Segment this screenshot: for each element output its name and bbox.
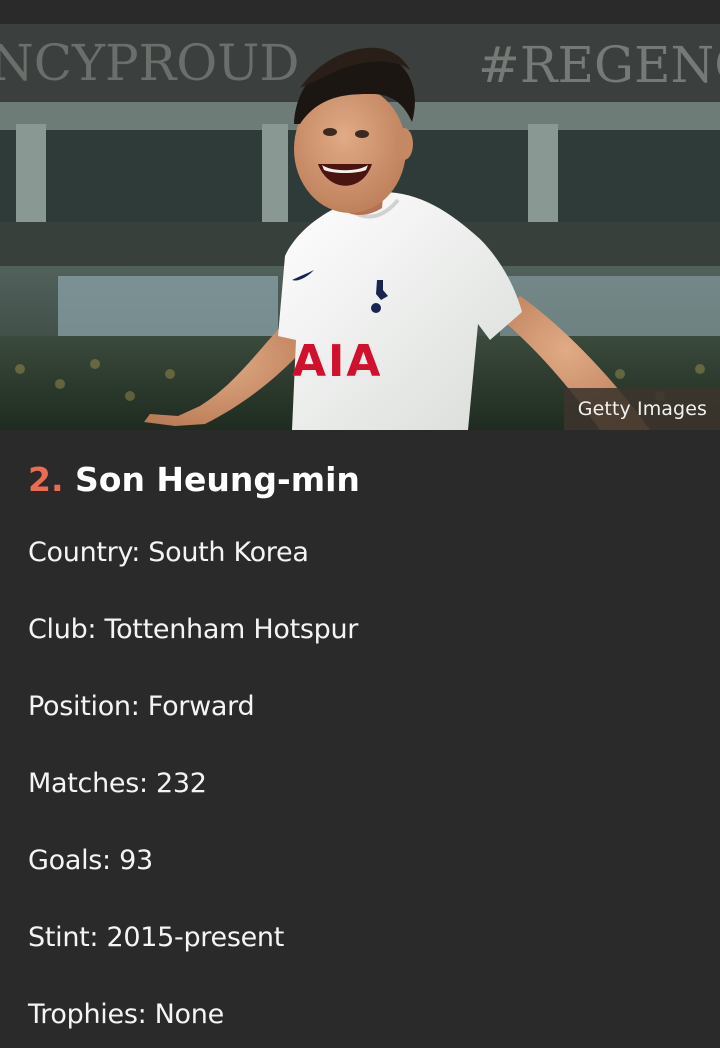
photo-credit: Getty Images [563, 388, 720, 430]
top-strip [0, 0, 720, 24]
fact-country: Country: South Korea [28, 537, 309, 568]
shirt-sponsor-text: AIA [292, 336, 382, 387]
banner-right-text: #REGENCY [478, 36, 720, 94]
player-heading: 2. Son Heung-min [28, 460, 360, 500]
fact-matches: Matches: 232 [28, 768, 207, 799]
fact-club: Club: Tottenham Hotspur [28, 614, 359, 645]
player-rank: 2. [28, 460, 64, 499]
player-photo: NCYPROUD #REGENCY AIA [0, 24, 720, 430]
banner-left-text: NCYPROUD [0, 34, 300, 92]
player-photo-illustration: NCYPROUD #REGENCY AIA [0, 24, 720, 430]
fact-stint: Stint: 2015-present [28, 922, 284, 953]
fact-trophies: Trophies: None [28, 999, 224, 1030]
player-name: Son Heung-min [75, 460, 360, 499]
fact-position: Position: Forward [28, 691, 255, 722]
fact-goals: Goals: 93 [28, 845, 153, 876]
